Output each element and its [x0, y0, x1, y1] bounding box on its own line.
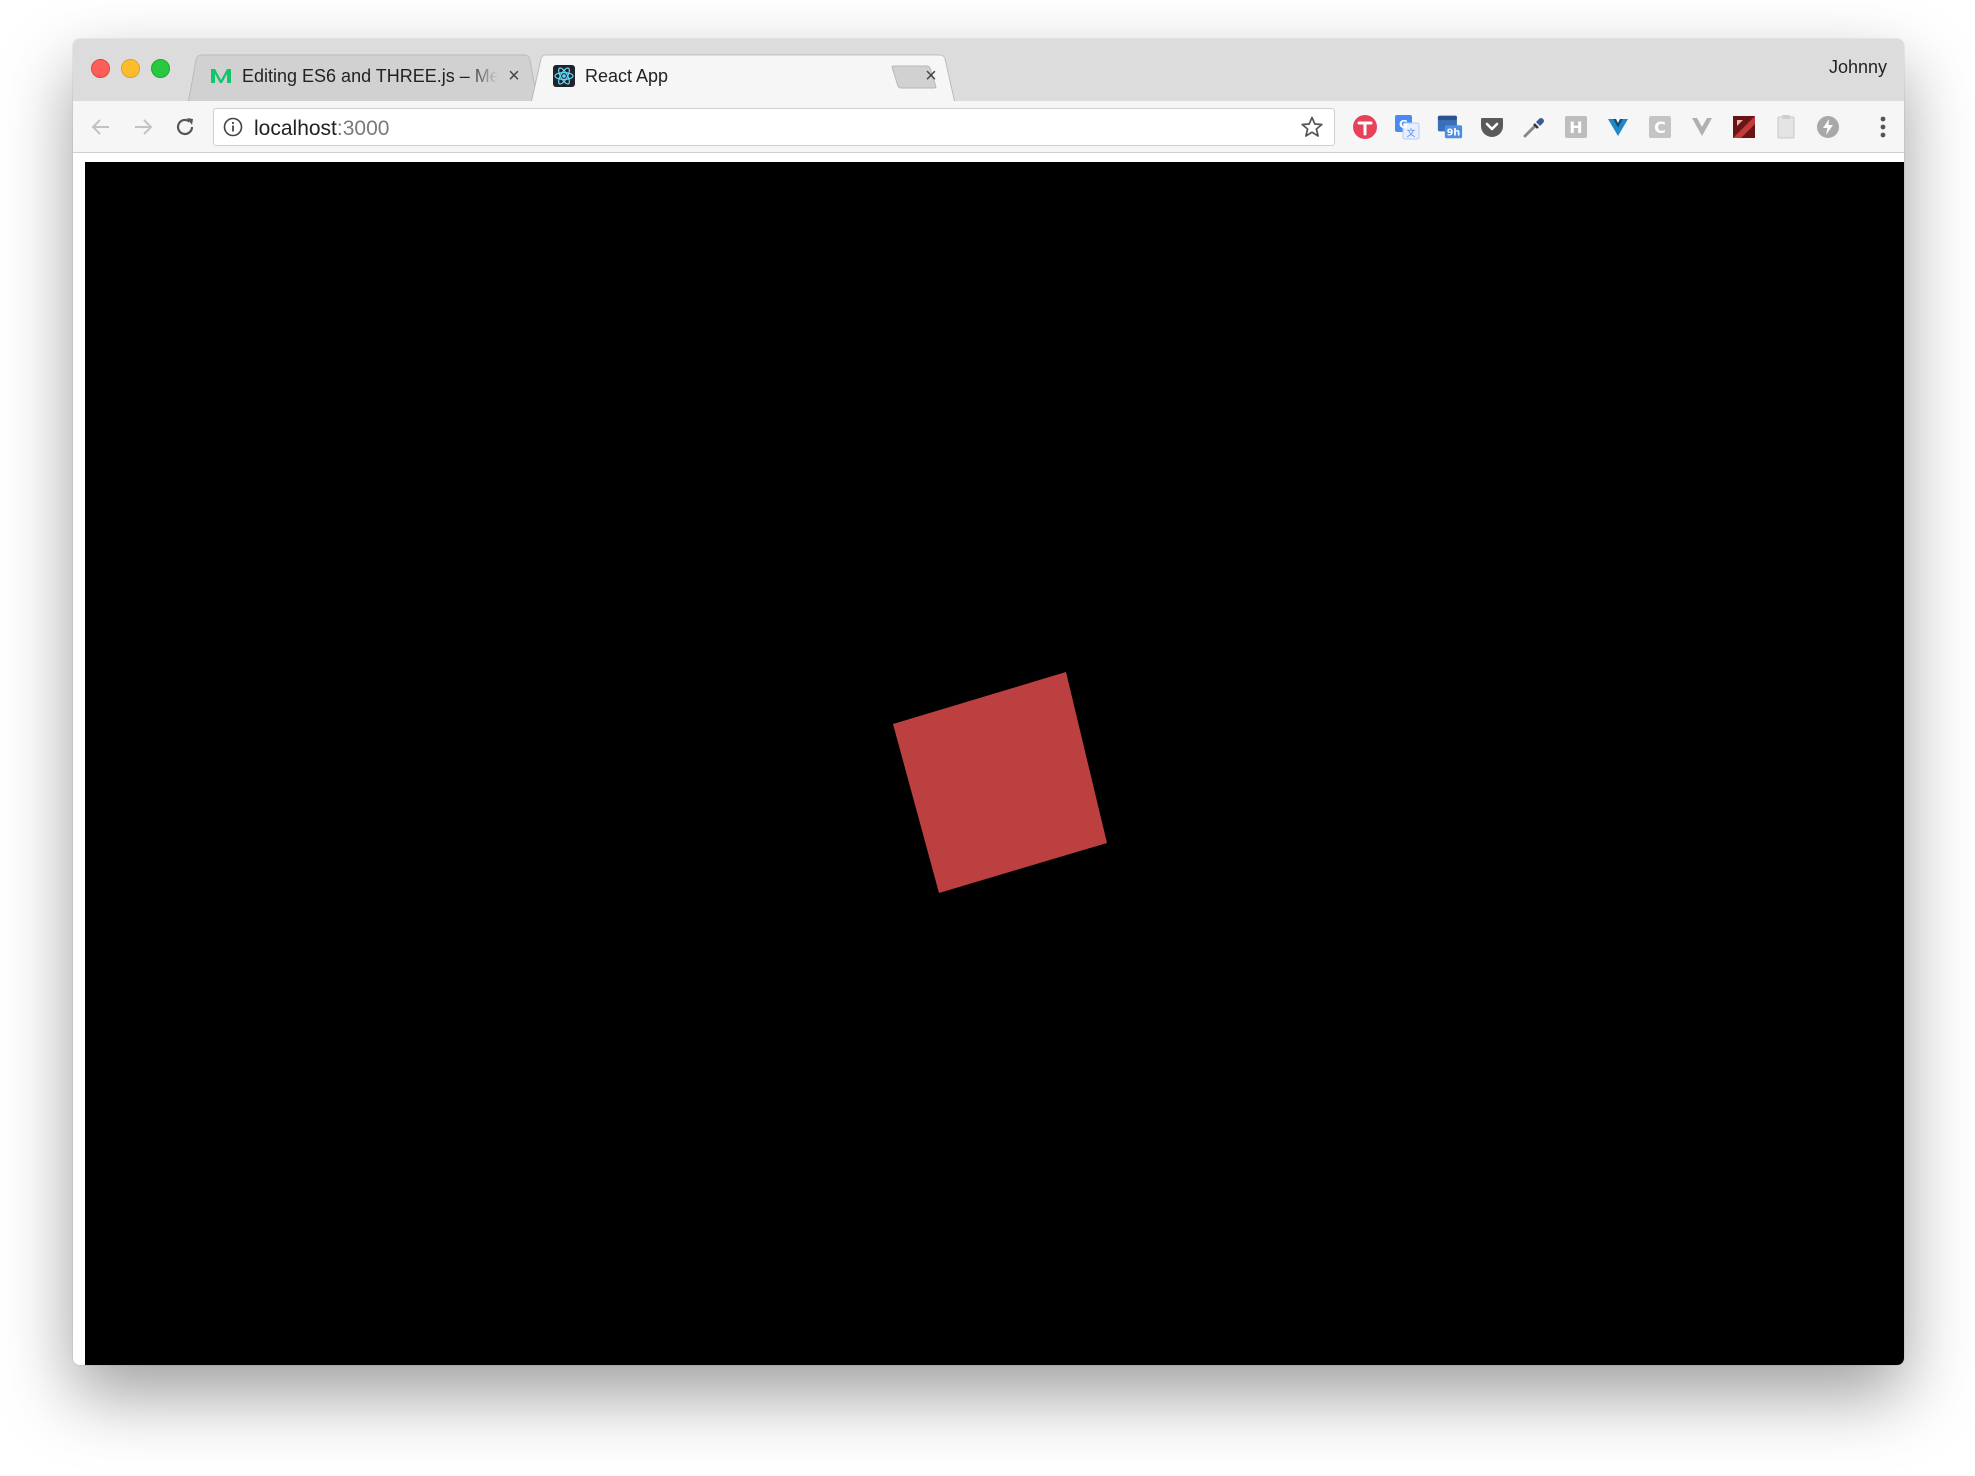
back-arrow-icon: [91, 119, 109, 135]
page-viewport: [73, 153, 1904, 1365]
svg-text:9h: 9h: [1447, 128, 1461, 139]
forward-arrow-icon: [135, 119, 153, 135]
close-tab-icon[interactable]: ×: [921, 65, 941, 87]
tab-editing-es6[interactable]: Editing ES6 and THREE.js – Me ×: [188, 51, 538, 101]
red-square-extension-icon[interactable]: [1731, 114, 1757, 140]
google-translate-icon[interactable]: G 文: [1394, 114, 1420, 140]
h-extension-icon[interactable]: H: [1563, 114, 1589, 140]
more-menu-icon[interactable]: [1878, 114, 1888, 140]
forward-button[interactable]: [129, 113, 157, 141]
reload-button[interactable]: [171, 113, 199, 141]
react-icon: [553, 65, 575, 87]
window-maximize-button[interactable]: [151, 59, 170, 78]
todoist-icon[interactable]: [1352, 114, 1378, 140]
c-extension-icon[interactable]: C: [1647, 114, 1673, 140]
tab-title: React App: [585, 65, 669, 86]
lightning-icon[interactable]: [1815, 114, 1841, 140]
threejs-canvas[interactable]: [85, 162, 1904, 1365]
browser-window: Editing ES6 and THREE.js – Me × React Ap…: [73, 39, 1904, 1365]
svg-text:H: H: [1569, 118, 1582, 137]
svg-text:C: C: [1654, 118, 1666, 137]
profile-name[interactable]: Johnny: [1829, 57, 1887, 78]
back-button[interactable]: [87, 113, 115, 141]
url-text[interactable]: localhost:3000: [254, 117, 389, 141]
medium-icon: [210, 65, 232, 87]
svg-text:文: 文: [1406, 127, 1415, 139]
vue-devtools-icon[interactable]: [1605, 114, 1631, 140]
window-minimize-button[interactable]: [121, 59, 140, 78]
url-host: localhost: [254, 117, 337, 140]
url-port: :3000: [336, 117, 390, 140]
tab-title: Editing ES6 and THREE.js – Me: [242, 65, 498, 87]
pocket-icon[interactable]: [1479, 114, 1505, 140]
eyedropper-icon[interactable]: [1521, 114, 1547, 140]
rotating-cube: [893, 672, 1107, 893]
tab-react-app[interactable]: React App ×: [531, 51, 955, 101]
v-extension-icon[interactable]: [1689, 114, 1715, 140]
browser-toolbar: localhost:3000 G 文 9h H C: [73, 101, 1904, 153]
tab-strip: Editing ES6 and THREE.js – Me × React Ap…: [73, 39, 1904, 101]
bookmark-star-icon[interactable]: [1300, 115, 1324, 139]
close-tab-icon[interactable]: ×: [504, 65, 524, 87]
info-icon[interactable]: [223, 117, 243, 137]
clipboard-icon[interactable]: [1773, 114, 1799, 140]
calendar-9h-icon[interactable]: 9h: [1437, 114, 1463, 140]
reload-icon: [176, 118, 194, 136]
address-bar[interactable]: localhost:3000: [213, 108, 1335, 146]
window-close-button[interactable]: [91, 59, 110, 78]
